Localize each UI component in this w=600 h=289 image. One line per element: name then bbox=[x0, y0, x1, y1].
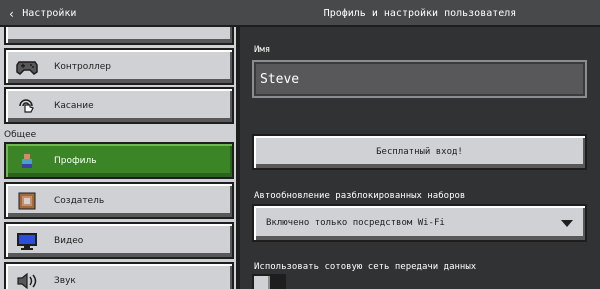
chevron-left-icon: ‹ bbox=[8, 6, 16, 21]
settings-screen: ‹ Настройки Профиль и настройки пользова… bbox=[0, 0, 600, 289]
speaker-icon bbox=[16, 271, 38, 289]
autoupdate-label: Автообновление разблокированных наборов bbox=[254, 191, 466, 201]
sidebar-item-label: Контроллер bbox=[54, 61, 111, 72]
autoupdate-dropdown[interactable]: Включено только посредством Wi-Fi bbox=[252, 204, 587, 242]
name-label: Имя bbox=[254, 45, 271, 55]
sidebar-item-creator[interactable]: Создатель bbox=[4, 182, 234, 219]
name-input[interactable]: Steve bbox=[252, 60, 587, 98]
back-button[interactable]: ‹ Настройки bbox=[0, 0, 237, 27]
unknown-icon bbox=[16, 27, 38, 37]
touch-icon bbox=[16, 96, 38, 116]
sidebar-item-label: Звук bbox=[54, 275, 76, 286]
sidebar-item-label: Касание bbox=[54, 100, 94, 111]
sidebar-item-profile[interactable]: Профиль bbox=[4, 142, 234, 179]
sidebar-item-label: Видео bbox=[54, 235, 84, 246]
cellular-toggle[interactable] bbox=[252, 274, 286, 289]
sidebar-item-partial[interactable] bbox=[4, 27, 234, 45]
chevron-down-icon bbox=[561, 220, 573, 227]
sidebar-item-sound[interactable]: Звук bbox=[4, 262, 234, 289]
sidebar-item-label: Профиль bbox=[54, 155, 97, 166]
free-login-button[interactable]: Бесплатный вход! bbox=[252, 134, 587, 170]
monitor-icon bbox=[16, 231, 38, 251]
settings-sidebar: Контроллер Касание Общее Профиль Создате… bbox=[0, 27, 240, 289]
top-bar: ‹ Настройки Профиль и настройки пользова… bbox=[0, 0, 600, 27]
sidebar-item-touch[interactable]: Касание bbox=[4, 87, 234, 124]
section-label-general: Общее bbox=[4, 130, 37, 140]
toggle-knob[interactable] bbox=[254, 276, 270, 289]
gamepad-icon bbox=[16, 57, 38, 77]
back-label: Настройки bbox=[22, 8, 77, 19]
profile-settings-panel: Имя Steve Бесплатный вход! Автообновлени… bbox=[240, 27, 600, 289]
autoupdate-value: Включено только посредством Wi-Fi bbox=[266, 218, 445, 228]
sidebar-item-controller[interactable]: Контроллер bbox=[4, 48, 234, 85]
sidebar-item-video[interactable]: Видео bbox=[4, 222, 234, 259]
cellular-label: Использовать сотовую сеть передачи данны… bbox=[254, 262, 477, 272]
page-title: Профиль и настройки пользователя bbox=[323, 8, 517, 19]
creator-icon bbox=[16, 191, 38, 211]
sidebar-item-label: Создатель bbox=[54, 195, 105, 206]
profile-icon bbox=[16, 151, 38, 171]
